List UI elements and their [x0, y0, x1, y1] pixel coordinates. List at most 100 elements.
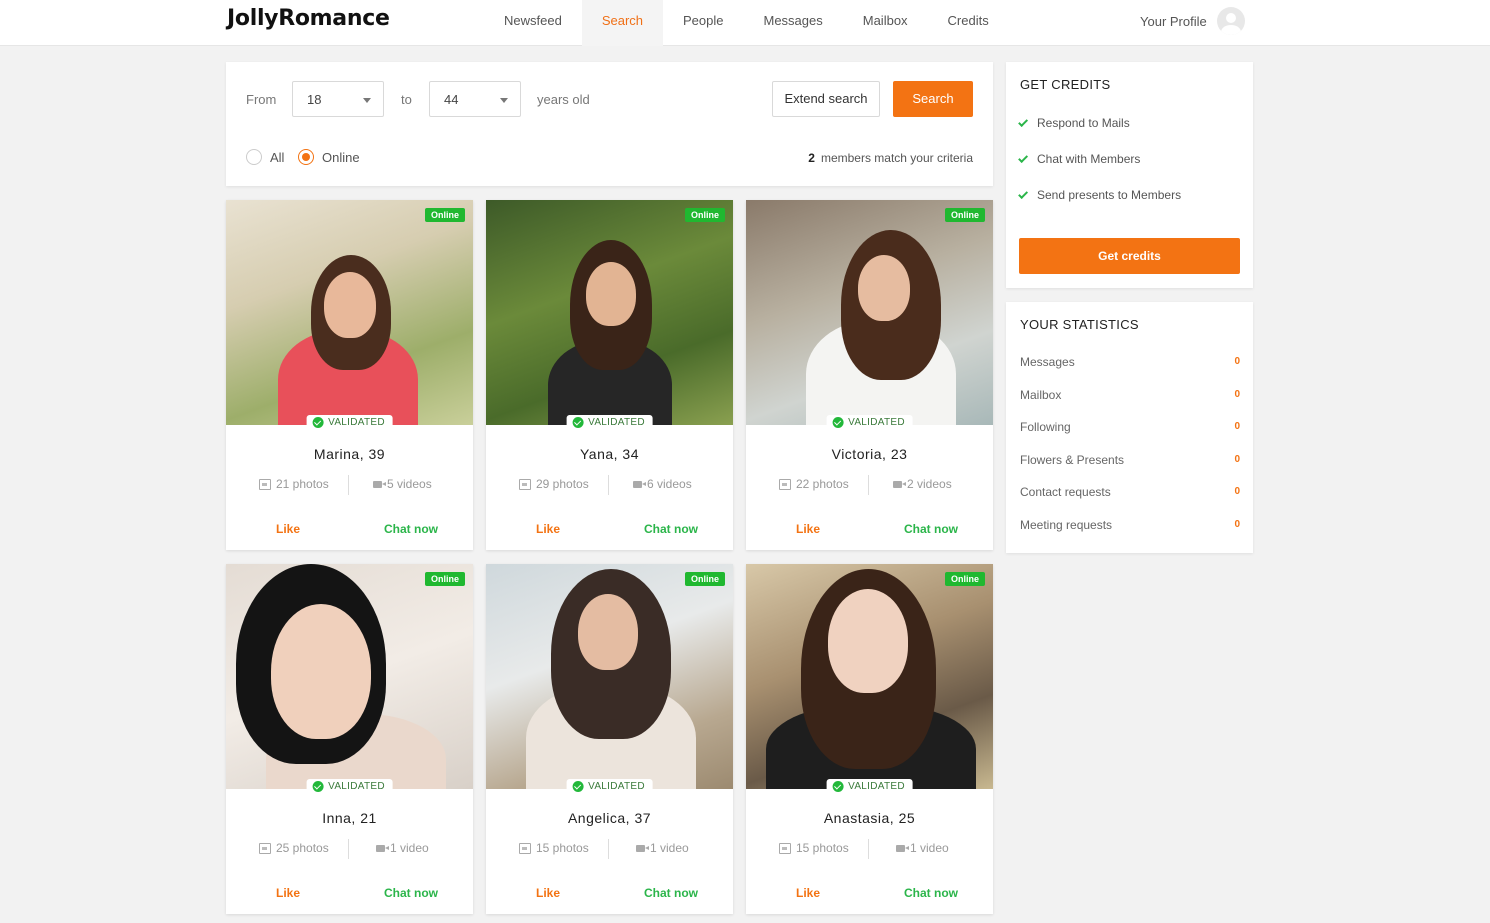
stat-row-meeting-requests[interactable]: Meeting requests 0 [1020, 518, 1240, 532]
divider [868, 475, 869, 495]
extend-search-button[interactable]: Extend search [772, 81, 880, 117]
profile-card[interactable]: Online VALIDATED Angelica, 37 15 photos … [486, 564, 733, 914]
check-icon [1018, 152, 1029, 163]
profile-photo[interactable]: Online [226, 564, 473, 789]
profile-card[interactable]: Online VALIDATED Victoria, 23 22 photos … [746, 200, 993, 550]
like-button[interactable]: Like [796, 522, 820, 536]
nav-credits[interactable]: Credits [928, 0, 1009, 46]
photos-count[interactable]: 15 photos [779, 841, 849, 855]
like-button[interactable]: Like [796, 886, 820, 900]
profile-photo[interactable]: Online [746, 200, 993, 425]
get-credits-box: GET CREDITS Respond to Mails Chat with M… [1006, 62, 1253, 288]
profile-card[interactable]: Online VALIDATED Yana, 34 29 photos 6 vi… [486, 200, 733, 550]
radio-online[interactable]: Online [298, 149, 360, 165]
profile-name[interactable]: Angelica, 37 [486, 810, 733, 826]
photo-icon [779, 478, 791, 490]
online-badge: Online [944, 208, 985, 222]
like-button[interactable]: Like [536, 522, 560, 536]
stat-value: 0 [1234, 356, 1240, 367]
videos-label: 5 videos [387, 477, 432, 491]
validated-label: VALIDATED [588, 781, 645, 792]
profile-name[interactable]: Inna, 21 [226, 810, 473, 826]
check-icon [1018, 188, 1029, 199]
chat-now-button[interactable]: Chat now [384, 522, 438, 536]
stat-value: 0 [1234, 389, 1240, 400]
site-logo[interactable]: JollyRomance [227, 6, 390, 31]
videos-count[interactable]: 5 videos [373, 477, 432, 491]
age-to-select[interactable]: 44 [429, 81, 521, 117]
divider [608, 839, 609, 859]
like-button[interactable]: Like [276, 886, 300, 900]
nav-people[interactable]: People [663, 0, 743, 46]
radio-all[interactable]: All [246, 149, 284, 165]
media-counts: 22 photos 2 videos [746, 475, 993, 495]
validated-badge: VALIDATED [306, 415, 393, 430]
photos-count[interactable]: 15 photos [519, 841, 589, 855]
photos-count[interactable]: 22 photos [779, 477, 849, 491]
chat-now-button[interactable]: Chat now [384, 886, 438, 900]
videos-count[interactable]: 1 video [896, 841, 949, 855]
stat-value: 0 [1234, 519, 1240, 530]
profile-photo[interactable]: Online [486, 564, 733, 789]
chat-now-button[interactable]: Chat now [904, 522, 958, 536]
profile-name[interactable]: Victoria, 23 [746, 446, 993, 462]
chat-now-button[interactable]: Chat now [644, 522, 698, 536]
media-counts: 15 photos 1 video [486, 839, 733, 859]
media-counts: 25 photos 1 video [226, 839, 473, 859]
profile-name[interactable]: Yana, 34 [486, 446, 733, 462]
stat-row-flowers-presents[interactable]: Flowers & Presents 0 [1020, 453, 1240, 467]
photos-count[interactable]: 25 photos [259, 841, 329, 855]
videos-count[interactable]: 2 videos [893, 477, 952, 491]
profile-name[interactable]: Anastasia, 25 [746, 810, 993, 826]
profile-photo[interactable]: Online [226, 200, 473, 425]
search-button[interactable]: Search [893, 81, 973, 117]
profile-card[interactable]: Online VALIDATED Marina, 39 21 photos 5 … [226, 200, 473, 550]
stat-row-messages[interactable]: Messages 0 [1020, 355, 1240, 369]
online-badge: Online [684, 572, 725, 586]
age-from-select[interactable]: 18 [292, 81, 384, 117]
shield-check-icon [572, 417, 584, 428]
shield-check-icon [572, 781, 584, 792]
stat-row-following[interactable]: Following 0 [1020, 420, 1240, 434]
validated-label: VALIDATED [848, 417, 905, 428]
statistics-title: YOUR STATISTICS [1020, 317, 1139, 332]
stat-row-mailbox[interactable]: Mailbox 0 [1020, 388, 1240, 402]
stat-value: 0 [1234, 486, 1240, 497]
photo-icon [519, 478, 531, 490]
nav-search[interactable]: Search [581, 0, 664, 46]
match-text: members match your criteria [820, 151, 973, 165]
age-from-value: 18 [307, 92, 322, 107]
profile-name[interactable]: Marina, 39 [226, 446, 473, 462]
chat-now-button[interactable]: Chat now [904, 886, 958, 900]
chat-now-button[interactable]: Chat now [644, 886, 698, 900]
stat-row-contact-requests[interactable]: Contact requests 0 [1020, 485, 1240, 499]
profile-photo[interactable]: Online [486, 200, 733, 425]
photos-label: 21 photos [276, 477, 329, 491]
get-credits-button[interactable]: Get credits [1019, 238, 1240, 274]
nav-newsfeed[interactable]: Newsfeed [484, 0, 582, 46]
nav-mailbox[interactable]: Mailbox [843, 0, 928, 46]
videos-label: 1 video [650, 841, 689, 855]
online-badge: Online [424, 208, 465, 222]
credits-title: GET CREDITS [1020, 77, 1111, 92]
videos-count[interactable]: 1 video [376, 841, 429, 855]
profile-card[interactable]: Online VALIDATED Inna, 21 25 photos 1 vi… [226, 564, 473, 914]
check-icon [1018, 116, 1029, 127]
photo-icon [779, 842, 791, 854]
main-nav: Newsfeed Search People Messages Mailbox … [484, 0, 1009, 46]
profile-menu[interactable]: Your Profile [1140, 0, 1245, 42]
nav-messages[interactable]: Messages [744, 0, 843, 46]
profile-photo[interactable]: Online [746, 564, 993, 789]
radio-circle-icon [246, 149, 262, 165]
like-button[interactable]: Like [536, 886, 560, 900]
like-button[interactable]: Like [276, 522, 300, 536]
videos-count[interactable]: 6 videos [633, 477, 692, 491]
benefit-label: Chat with Members [1037, 152, 1141, 166]
benefit-item: Chat with Members [1018, 152, 1141, 166]
photos-label: 29 photos [536, 477, 589, 491]
online-badge: Online [684, 208, 725, 222]
profile-card[interactable]: Online VALIDATED Anastasia, 25 15 photos… [746, 564, 993, 914]
videos-count[interactable]: 1 video [636, 841, 689, 855]
photos-count[interactable]: 21 photos [259, 477, 329, 491]
photos-count[interactable]: 29 photos [519, 477, 589, 491]
